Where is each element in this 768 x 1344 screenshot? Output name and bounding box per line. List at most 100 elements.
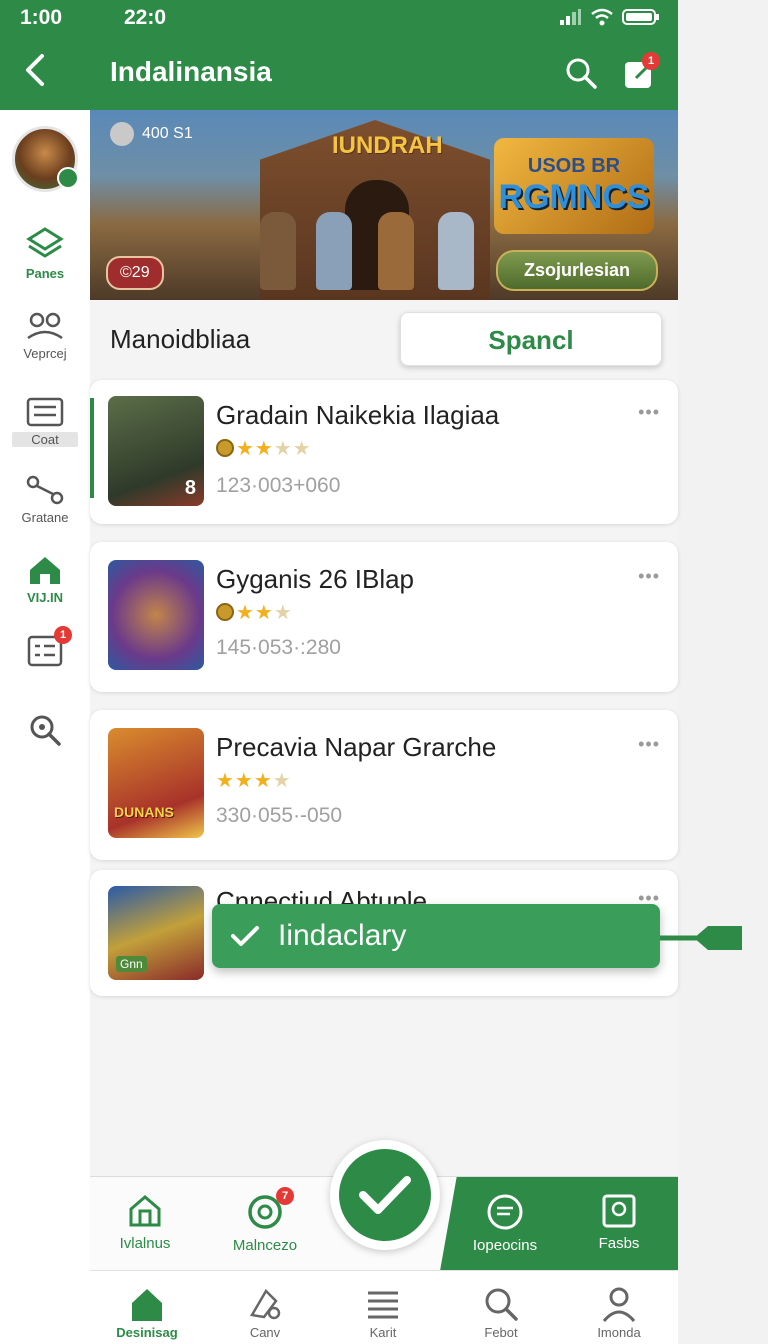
verified-check-icon	[57, 167, 79, 189]
nav-home[interactable]: Desinisag	[92, 1285, 202, 1340]
list-card-icon	[26, 397, 64, 427]
chevron-up-icon[interactable]	[110, 122, 134, 146]
rail-item-tasks[interactable]: 1	[0, 626, 90, 672]
main-panel: 22:0 Indalinansia 1 IUNDRAH USOB BR RGMN…	[90, 0, 678, 1344]
more-options-icon[interactable]: •••	[638, 402, 660, 423]
checkmark-icon	[231, 926, 259, 946]
pointer-arrow-icon	[660, 926, 742, 950]
game-card[interactable]: 8 Gradain Naikekia Ilagiaa ★★★★ 123·003+…	[90, 380, 678, 524]
character-figure	[378, 212, 414, 290]
avatar[interactable]	[12, 126, 79, 192]
hero-sign: IUNDRAH	[332, 132, 443, 159]
more-options-icon[interactable]: •••	[638, 734, 660, 755]
action-label: Malncezo	[232, 1237, 298, 1254]
section-title: Manoidbliaa	[110, 324, 251, 354]
home-icon	[132, 1289, 162, 1321]
rail-item-label: Gratane	[21, 510, 69, 525]
rail-item-veprcej[interactable]: Veprcej	[0, 308, 90, 361]
action-label: Ivlalnus	[119, 1235, 171, 1252]
rail-item-vijin[interactable]: VIJ.IN	[0, 554, 90, 605]
thumb-level-badge: 8	[184, 477, 196, 499]
notification-badge: 1	[642, 52, 660, 70]
nav-karit[interactable]: Karit	[328, 1285, 438, 1340]
game-meta: 145·053·:280	[216, 636, 341, 659]
action-iopeocins[interactable]: Iopeocins	[450, 1193, 560, 1254]
game-meta: 330·055·-050	[216, 804, 343, 827]
section-action-button[interactable]: Spancl	[400, 312, 662, 366]
nav-febot[interactable]: Febot	[446, 1285, 556, 1340]
status-time: 22:0	[124, 6, 167, 29]
game-thumbnail	[108, 560, 204, 670]
nav-label: Imonda	[597, 1325, 641, 1340]
home-icon	[30, 557, 60, 584]
star-rating: ★★★	[216, 600, 293, 625]
rail-header: 1:00	[0, 0, 90, 110]
status-icons	[558, 8, 660, 26]
rail-item-label: Veprcej	[23, 346, 67, 361]
notification-badge: 7	[276, 1187, 294, 1205]
fab-inner	[339, 1149, 431, 1241]
star-rating: ★★★★	[216, 770, 292, 792]
nav-imonda[interactable]: Imonda	[564, 1285, 674, 1340]
hero-cta-button[interactable]: Zsojurlesian	[495, 250, 658, 291]
search-icon[interactable]	[564, 56, 598, 90]
star-rating: ★★★★	[216, 436, 312, 461]
hero-banner[interactable]: IUNDRAH USOB BR RGMNCS 400 S1 ©29 Zsojur…	[90, 110, 678, 300]
rail-item-search[interactable]	[0, 712, 90, 752]
nav-label: Febot	[484, 1325, 518, 1340]
nav-label: Desinisag	[116, 1325, 178, 1340]
hero-characters	[260, 200, 500, 290]
game-card[interactable]: Gyganis 26 IBlap ★★★ 145·053·:280 •••	[90, 542, 678, 692]
character-figure	[260, 212, 296, 290]
section-header: Manoidbliaa Spancl	[90, 306, 678, 376]
list-icon	[368, 1291, 398, 1319]
game-thumbnail: DUNANS	[108, 728, 204, 838]
rail-item-panes[interactable]: Panes	[0, 226, 90, 281]
hero-rating-pill: ©29	[106, 256, 164, 290]
wifi-icon	[591, 8, 613, 26]
nav-canv[interactable]: Canv	[210, 1285, 320, 1340]
game-title: Gyganis 26 IBlap	[216, 564, 415, 594]
edit-pin-icon	[250, 1288, 281, 1320]
action-ivlalnus[interactable]: Ivlalnus	[90, 1193, 200, 1252]
logo-line-2: RGMNCS	[498, 178, 650, 216]
game-thumbnail: 8	[108, 396, 204, 506]
nav-label: Canv	[249, 1325, 281, 1340]
group-icon	[27, 312, 63, 340]
logo-line-1: USOB BR	[527, 155, 621, 177]
notification-badge: 1	[54, 626, 72, 644]
toast-message: Iindaclary	[278, 919, 407, 952]
rail-item-label: Coat	[31, 432, 59, 447]
side-rail: 1:00 Panes Veprcej Coat Gratane VIJ.IN 1	[0, 0, 90, 1344]
game-card[interactable]: DUNANS Precavia Napar Grarche ★★★★ 330·0…	[90, 710, 678, 860]
rail-item-coat[interactable]: Coat	[0, 396, 90, 447]
share-nodes-icon	[26, 475, 64, 505]
page-title: Indalinansia	[110, 56, 272, 87]
thumb-logo-text: DUNANS	[114, 804, 174, 820]
checkmark-icon	[359, 1176, 411, 1214]
magnifier-icon	[30, 715, 61, 746]
thumb-logo-text: Gnn	[116, 956, 147, 972]
game-title: Precavia Napar Grarche	[216, 732, 497, 762]
game-meta: 123·003+060	[216, 474, 341, 497]
action-label: Fasbs	[598, 1235, 640, 1252]
notifications-button[interactable]: 1	[622, 52, 660, 90]
action-malncezo[interactable]: 7 Malncezo	[210, 1187, 320, 1254]
character-figure	[438, 212, 474, 290]
back-arrow-icon[interactable]	[22, 52, 50, 88]
confirm-fab-button[interactable]	[330, 1140, 440, 1250]
home-outline-icon	[129, 1195, 161, 1227]
action-label: Iopeocins	[472, 1237, 538, 1254]
game-thumbnail: Gnn	[108, 886, 204, 980]
action-fasbs[interactable]: Fasbs	[564, 1193, 674, 1252]
battery-icon	[622, 9, 659, 25]
more-options-icon[interactable]: •••	[638, 566, 660, 587]
character-figure	[316, 212, 352, 290]
bottom-nav: Desinisag Canv Karit Febot Imonda	[90, 1270, 678, 1344]
success-toast[interactable]: Iindaclary	[212, 904, 660, 968]
rail-item-gratane[interactable]: Gratane	[0, 474, 90, 525]
search-icon	[485, 1288, 518, 1321]
camera-square-icon	[602, 1194, 636, 1228]
game-title: Gradain Naikekia Ilagiaa	[216, 400, 500, 430]
nav-label: Karit	[369, 1325, 397, 1340]
